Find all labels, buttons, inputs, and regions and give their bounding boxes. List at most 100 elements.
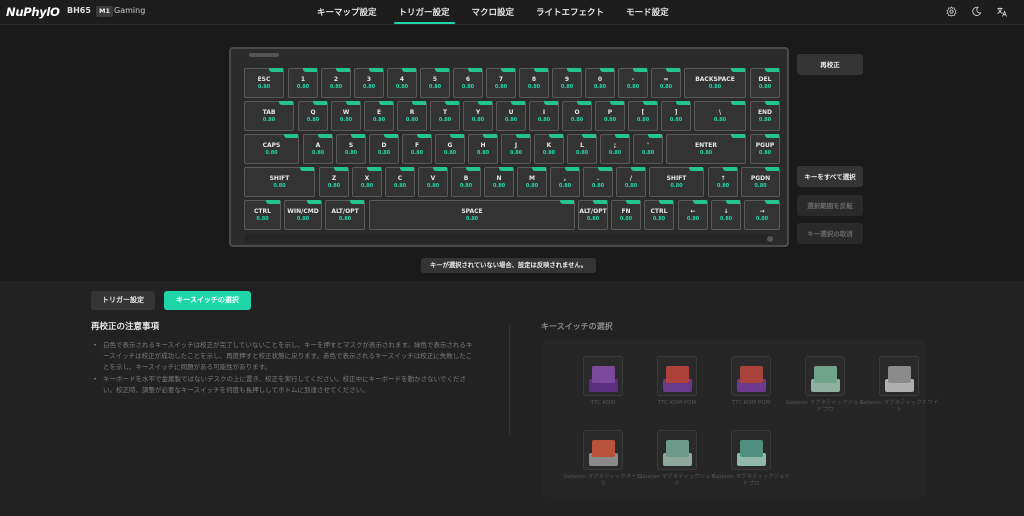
key[interactable]: ↑ 0.80: [708, 167, 738, 197]
key[interactable]: 7 0.80: [486, 68, 516, 98]
key[interactable]: D 0.80: [369, 134, 399, 164]
key[interactable]: 8 0.80: [519, 68, 549, 98]
tab-macro[interactable]: マクロ設定: [463, 0, 524, 25]
moon-icon[interactable]: [970, 6, 982, 18]
key[interactable]: Q 0.80: [298, 101, 328, 131]
key-trigger-value: 0.80: [372, 117, 386, 123]
key-switch-tag: [631, 167, 645, 171]
key[interactable]: I 0.80: [529, 101, 559, 131]
key[interactable]: → 0.80: [744, 200, 780, 230]
switch-option[interactable]: Gateron マグネティックホワイト: [859, 348, 938, 418]
key[interactable]: Z 0.80: [319, 167, 349, 197]
key[interactable]: [0.80: [628, 101, 658, 131]
key[interactable]: J 0.80: [501, 134, 531, 164]
key-label: D: [381, 142, 387, 149]
key[interactable]: S 0.80: [336, 134, 366, 164]
switch-option[interactable]: Gateron マグネティックジェイドプロ: [711, 422, 790, 492]
key[interactable]: WIN/CMD 0.80: [284, 200, 322, 230]
key-switch-tag: [300, 167, 314, 171]
key[interactable]: PGDN 0.80: [741, 167, 780, 197]
key-label: [: [641, 109, 645, 116]
key[interactable]: DEL 0.80: [750, 68, 780, 98]
key[interactable]: N 0.80: [484, 167, 514, 197]
key-trigger-value: 0.80: [265, 150, 278, 156]
key[interactable]: 0 0.80: [585, 68, 615, 98]
key[interactable]: TAB 0.80: [244, 101, 294, 131]
key[interactable]: P 0.80: [595, 101, 625, 131]
key[interactable]: U 0.80: [496, 101, 526, 131]
key[interactable]: G 0.80: [435, 134, 465, 164]
key[interactable]: C 0.80: [385, 167, 415, 197]
key[interactable]: W 0.80: [331, 101, 361, 131]
key[interactable]: \ 0.80: [694, 101, 746, 131]
key[interactable]: V 0.80: [418, 167, 448, 197]
key[interactable]: K 0.80: [534, 134, 564, 164]
key[interactable]: 5 0.80: [420, 68, 450, 98]
key[interactable]: CAPS 0.80: [244, 134, 299, 164]
switch-option[interactable]: TTC KOM POM: [711, 348, 775, 418]
key[interactable]: END 0.80: [750, 101, 780, 131]
key[interactable]: M 0.80: [517, 167, 547, 197]
recalibrate-button[interactable]: 再校正: [797, 54, 863, 75]
tab-trigger[interactable]: トリガー設定: [390, 0, 459, 25]
key[interactable]: 1 0.80: [288, 68, 318, 98]
key[interactable]: T 0.80: [430, 101, 460, 131]
switch-option[interactable]: TTC KOM POM: [637, 348, 701, 418]
key[interactable]: ALT/OPT 0.80: [325, 200, 365, 230]
key[interactable]: 6 0.80: [453, 68, 483, 98]
key-switch-tag: [765, 101, 779, 105]
key[interactable]: 9 0.80: [552, 68, 582, 98]
translate-icon[interactable]: [996, 6, 1008, 18]
key[interactable]: BACKSPACE 0.80: [684, 68, 746, 98]
key[interactable]: ESC 0.80: [244, 68, 284, 98]
key[interactable]: 2 0.80: [321, 68, 351, 98]
tab-trigger-settings[interactable]: トリガー設定: [91, 291, 155, 310]
invert-selection-button[interactable]: 選択範囲を反転: [797, 195, 863, 216]
gear-icon[interactable]: [945, 6, 957, 18]
key[interactable]: CTRL 0.80: [644, 200, 674, 230]
tab-lighting[interactable]: ライトエフェクト: [527, 0, 613, 25]
key[interactable]: /0.80: [616, 167, 646, 197]
switch-option[interactable]: Gateron マグネティックオーロラ: [563, 422, 642, 492]
key[interactable]: ; 0.80: [600, 134, 630, 164]
mode-badge[interactable]: M1: [96, 6, 113, 17]
key[interactable]: ENTER 0.80: [666, 134, 746, 164]
key[interactable]: , 0.80: [550, 167, 580, 197]
key[interactable]: B 0.80: [451, 167, 481, 197]
key[interactable]: PGUP 0.80: [750, 134, 780, 164]
key[interactable]: O 0.80: [562, 101, 592, 131]
key[interactable]: = 0.80: [651, 68, 681, 98]
key[interactable]: . 0.80: [583, 167, 613, 197]
key[interactable]: ↓ 0.80: [711, 200, 741, 230]
tab-keymap[interactable]: キーマップ設定: [308, 0, 386, 25]
deselect-keys-button[interactable]: キー選択の取消: [797, 223, 863, 244]
key[interactable]: ] 0.80: [661, 101, 691, 131]
key[interactable]: SPACE 0.80: [369, 200, 575, 230]
key-label: PGDN: [750, 175, 771, 182]
key[interactable]: -0.80: [618, 68, 648, 98]
key[interactable]: R 0.80: [397, 101, 427, 131]
key[interactable]: SHIFT 0.80: [649, 167, 704, 197]
mode-name[interactable]: Gaming: [114, 6, 145, 15]
key[interactable]: X 0.80: [352, 167, 382, 197]
key[interactable]: F 0.80: [402, 134, 432, 164]
key[interactable]: H 0.80: [468, 134, 498, 164]
key[interactable]: Y 0.80: [463, 101, 493, 131]
key[interactable]: ← 0.80: [678, 200, 708, 230]
key[interactable]: L 0.80: [567, 134, 597, 164]
key[interactable]: SHIFT 0.80: [244, 167, 315, 197]
key[interactable]: FN 0.80: [611, 200, 641, 230]
key[interactable]: ALT/OPT 0.80: [578, 200, 608, 230]
key[interactable]: 3 0.80: [354, 68, 384, 98]
key[interactable]: CTRL 0.80: [244, 200, 281, 230]
tab-switch-select[interactable]: キースイッチの選択: [164, 291, 251, 310]
select-all-keys-button[interactable]: キーをすべて選択: [797, 166, 863, 187]
switch-option[interactable]: Gateron マグネティックジェイドプロ: [785, 348, 864, 418]
key[interactable]: 4 0.80: [387, 68, 417, 98]
key[interactable]: E 0.80: [364, 101, 394, 131]
tab-mode[interactable]: モード設定: [617, 0, 678, 25]
key[interactable]: ' 0.80: [633, 134, 663, 164]
switch-option[interactable]: Gateron マグネティックジェイド: [637, 422, 716, 492]
switch-option[interactable]: TTC KOM: [563, 348, 627, 418]
key[interactable]: A 0.80: [303, 134, 333, 164]
